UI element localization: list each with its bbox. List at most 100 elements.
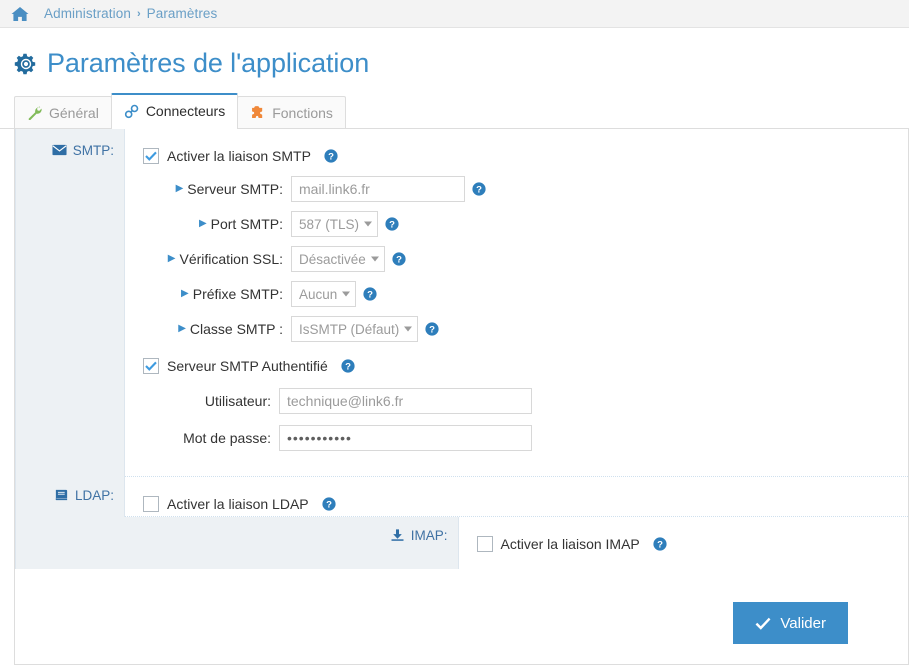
smtp-ssl-select[interactable]: Désactivée bbox=[291, 246, 385, 272]
imap-enable-label: Activer la liaison IMAP bbox=[500, 536, 640, 552]
smtp-port-label: ▶ Port SMTP: bbox=[198, 216, 283, 232]
chevron-down-icon bbox=[364, 221, 373, 227]
home-icon[interactable] bbox=[10, 6, 44, 22]
section-smtp: SMTP: Activer la liaison SMTP ? ▶ Serveu… bbox=[15, 129, 908, 477]
section-ldap-label: LDAP: bbox=[15, 477, 125, 517]
help-icon[interactable]: ? bbox=[646, 537, 667, 551]
smtp-user-label: Utilisateur: bbox=[204, 393, 271, 409]
tab-fonctions[interactable]: Fonctions bbox=[237, 96, 346, 128]
smtp-class-select[interactable]: IsSMTP (Défaut) bbox=[291, 316, 419, 342]
smtp-enable-row: Activer la liaison SMTP ? bbox=[143, 143, 908, 169]
page-title: Paramètres de l'application bbox=[47, 48, 370, 78]
bullet-icon: ▶ bbox=[178, 323, 186, 334]
ldap-enable-row: Activer la liaison LDAP ? bbox=[143, 491, 908, 517]
section-ldap-body: Activer la liaison LDAP ? bbox=[125, 477, 908, 517]
help-icon[interactable]: ? bbox=[465, 182, 486, 196]
chevron-down-icon bbox=[342, 291, 351, 297]
submit-button[interactable]: Valider bbox=[733, 602, 848, 644]
breadcrumb: Administration › Paramètres bbox=[0, 0, 909, 28]
tab-general-label: Général bbox=[49, 104, 99, 121]
bullet-icon: ▶ bbox=[181, 288, 189, 299]
smtp-port-select[interactable]: 587 (TLS) bbox=[291, 211, 379, 237]
section-smtp-title: SMTP: bbox=[72, 143, 114, 158]
connectors-panel: SMTP: Activer la liaison SMTP ? ▶ Serveu… bbox=[14, 129, 909, 665]
app-settings-page: Administration › Paramètres Paramètres d… bbox=[0, 0, 909, 672]
bullet-icon: ▶ bbox=[198, 218, 207, 229]
smtp-auth-row: Serveur SMTP Authentifié ? bbox=[143, 353, 908, 379]
gear-icon bbox=[14, 52, 47, 76]
smtp-prefix-row: ▶ Préfixe SMTP: Aucun ? bbox=[143, 279, 908, 309]
smtp-auth-checkbox[interactable] bbox=[143, 358, 159, 374]
smtp-enable-checkbox[interactable] bbox=[143, 148, 159, 164]
wrench-icon bbox=[27, 105, 49, 120]
imap-enable-row: Activer la liaison IMAP ? bbox=[476, 531, 909, 557]
smtp-port-row: ▶ Port SMTP: 587 (TLS) ? bbox=[143, 209, 908, 239]
smtp-ssl-row: ▶ Vérification SSL: Désactivée ? bbox=[143, 244, 908, 274]
section-ldap: LDAP: Activer la liaison LDAP ? bbox=[15, 477, 908, 517]
smtp-ssl-label: ▶ Vérification SSL: bbox=[167, 251, 283, 267]
smtp-enable-label: Activer la liaison SMTP bbox=[167, 148, 311, 164]
smtp-password-row: Mot de passe: bbox=[143, 423, 908, 453]
section-imap-label: IMAP: bbox=[15, 517, 459, 569]
ldap-enable-checkbox[interactable] bbox=[143, 496, 159, 512]
smtp-server-label: ▶ Serveur SMTP: bbox=[175, 181, 283, 197]
page-header: Paramètres de l'application bbox=[0, 28, 909, 93]
chevron-down-icon bbox=[404, 326, 413, 332]
help-icon[interactable]: ? bbox=[356, 287, 377, 301]
breadcrumb-item-administration[interactable]: Administration bbox=[44, 6, 131, 21]
section-smtp-body: Activer la liaison SMTP ? ▶ Serveur SMTP… bbox=[125, 129, 908, 477]
footer-actions: Valider bbox=[733, 602, 848, 644]
imap-enable-checkbox[interactable] bbox=[476, 536, 493, 552]
help-icon[interactable]: ? bbox=[334, 359, 355, 373]
svg-text:?: ? bbox=[389, 219, 395, 230]
svg-text:?: ? bbox=[657, 539, 663, 550]
smtp-user-row: Utilisateur: bbox=[143, 386, 908, 416]
smtp-auth-label: Serveur SMTP Authentifié bbox=[167, 358, 328, 374]
smtp-password-input[interactable] bbox=[279, 425, 532, 451]
ldap-enable-label: Activer la liaison LDAP bbox=[167, 496, 309, 512]
breadcrumb-item-parametres[interactable]: Paramètres bbox=[147, 6, 218, 21]
smtp-password-label: Mot de passe: bbox=[183, 430, 271, 446]
smtp-prefix-select[interactable]: Aucun bbox=[291, 281, 357, 307]
section-ldap-title: LDAP: bbox=[74, 488, 114, 503]
smtp-user-input[interactable] bbox=[279, 388, 532, 414]
puzzle-icon bbox=[250, 105, 272, 120]
envelope-icon bbox=[52, 143, 73, 157]
help-icon[interactable]: ? bbox=[317, 149, 338, 163]
section-imap-body: Activer la liaison IMAP ? bbox=[459, 517, 909, 569]
breadcrumb-separator: › bbox=[136, 7, 141, 20]
smtp-port-value: 587 (TLS) bbox=[299, 216, 360, 232]
smtp-class-label: ▶ Classe SMTP : bbox=[178, 321, 283, 337]
tab-fonctions-label: Fonctions bbox=[272, 104, 333, 121]
bullet-icon: ▶ bbox=[175, 183, 184, 194]
svg-text:?: ? bbox=[396, 254, 402, 265]
svg-text:?: ? bbox=[328, 151, 334, 162]
section-imap: IMAP: Activer la liaison IMAP ? bbox=[15, 517, 908, 569]
svg-text:?: ? bbox=[367, 289, 373, 300]
smtp-class-row: ▶ Classe SMTP : IsSMTP (Défaut) ? bbox=[143, 314, 908, 344]
svg-text:?: ? bbox=[345, 361, 351, 372]
svg-text:?: ? bbox=[326, 499, 332, 510]
smtp-prefix-value: Aucun bbox=[299, 286, 338, 302]
section-imap-title: IMAP: bbox=[410, 528, 448, 543]
section-smtp-label: SMTP: bbox=[15, 129, 125, 477]
tab-general[interactable]: Général bbox=[14, 96, 112, 128]
help-icon[interactable]: ? bbox=[418, 322, 439, 336]
help-icon[interactable]: ? bbox=[315, 497, 336, 511]
smtp-server-row: ▶ Serveur SMTP: ? bbox=[143, 174, 908, 204]
smtp-ssl-value: Désactivée bbox=[299, 251, 366, 267]
link-icon bbox=[124, 104, 146, 119]
download-icon bbox=[390, 528, 411, 542]
help-icon[interactable]: ? bbox=[378, 217, 399, 231]
help-icon[interactable]: ? bbox=[385, 252, 406, 266]
smtp-prefix-label: ▶ Préfixe SMTP: bbox=[181, 286, 283, 302]
chevron-down-icon bbox=[370, 256, 379, 262]
book-icon bbox=[54, 488, 75, 502]
submit-button-label: Valider bbox=[780, 614, 826, 632]
tab-connecteurs-label: Connecteurs bbox=[145, 103, 226, 119]
bullet-icon: ▶ bbox=[167, 253, 176, 264]
svg-text:?: ? bbox=[476, 184, 482, 195]
smtp-server-input[interactable] bbox=[291, 176, 465, 202]
tab-bar: Général Connecteurs Fonctions bbox=[0, 93, 909, 129]
tab-connecteurs[interactable]: Connecteurs bbox=[110, 93, 239, 129]
